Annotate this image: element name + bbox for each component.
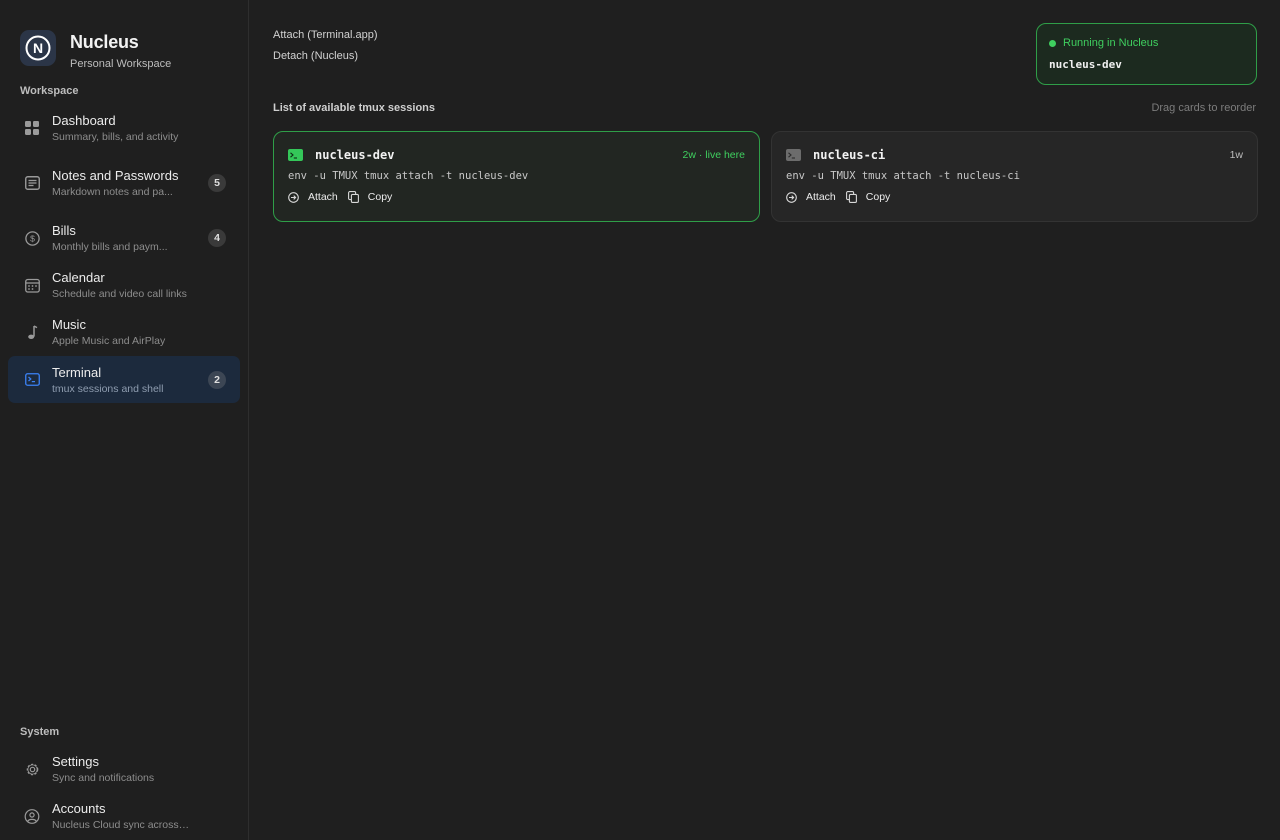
session-card-nucleus-dev[interactable]: nucleus-dev 2w · live here env -u TMUX t… [273, 131, 760, 222]
svg-text:$: $ [30, 233, 35, 243]
notes-icon [24, 175, 40, 191]
sidebar-item-settings[interactable]: Settings Sync and notifications [8, 749, 240, 789]
detach-nucleus-link[interactable]: Detach (Nucleus) [273, 46, 378, 67]
drag-hint: Drag cards to reorder [1151, 102, 1256, 114]
sidebar-item-subtitle: Monthly bills and paym... [52, 241, 168, 253]
sidebar-item-subtitle: Summary, bills, and activity [52, 131, 179, 143]
attach-arrow-icon [786, 191, 797, 203]
attach-arrow-icon [288, 191, 299, 203]
system-section-label: System [20, 726, 60, 738]
app-name: Nucleus [70, 32, 139, 52]
sidebar: N Nucleus Personal Workspace Workspace D… [0, 0, 249, 840]
terminal-icon [288, 149, 303, 161]
copy-button[interactable]: Copy [845, 191, 891, 203]
nucleus-logo-icon: N [20, 30, 56, 66]
sidebar-item-accounts[interactable]: Accounts Nucleus Cloud sync across d... [8, 796, 240, 836]
running-session-card: Running in Nucleus nucleus-dev [1036, 23, 1257, 85]
copy-icon [347, 191, 359, 203]
terminal-icon [24, 372, 40, 388]
session-command: env -u TMUX tmux attach -t nucleus-ci [786, 170, 1020, 182]
gear-icon [24, 761, 40, 777]
attach-label: Attach [806, 191, 836, 203]
sidebar-item-subtitle: Apple Music and AirPlay [52, 335, 166, 347]
main-content: Attach (Terminal.app) Detach (Nucleus) R… [249, 0, 1280, 840]
sidebar-item-subtitle: Nucleus Cloud sync across d... [52, 819, 192, 831]
accounts-icon [24, 808, 40, 824]
sidebar-item-notes[interactable]: Notes and Passwords Markdown notes and p… [8, 155, 240, 211]
workspace-section-label: Workspace [20, 85, 79, 97]
sidebar-item-title: Accounts [52, 801, 106, 816]
sidebar-item-subtitle: Schedule and video call links [52, 288, 187, 300]
sidebar-item-subtitle: Markdown notes and pa... [52, 186, 173, 198]
sidebar-item-calendar[interactable]: Calendar Schedule and video call links [8, 265, 240, 305]
sidebar-item-title: Dashboard [52, 113, 116, 128]
sidebar-item-music[interactable]: Music Apple Music and AirPlay [8, 312, 240, 352]
session-name: nucleus-dev [315, 148, 395, 162]
session-age: 1w [1229, 149, 1243, 161]
running-session-name: nucleus-dev [1049, 58, 1122, 71]
workspace-name: Personal Workspace [70, 58, 172, 70]
attach-terminal-link[interactable]: Attach (Terminal.app) [273, 25, 378, 46]
copy-button[interactable]: Copy [347, 191, 393, 203]
attach-button[interactable]: Attach [786, 191, 836, 203]
sidebar-item-dashboard[interactable]: Dashboard Summary, bills, and activity [8, 108, 240, 148]
terminal-icon [786, 149, 801, 161]
session-links: Attach (Terminal.app) Detach (Nucleus) [273, 25, 378, 67]
sessions-heading: List of available tmux sessions [273, 102, 436, 114]
session-age: 2w · live here [682, 149, 745, 161]
session-card-nucleus-ci[interactable]: nucleus-ci 1w env -u TMUX tmux attach -t… [771, 131, 1258, 222]
sidebar-item-title: Settings [52, 754, 99, 769]
sidebar-item-title: Music [52, 317, 86, 332]
calendar-icon [24, 277, 40, 293]
attach-label: Attach [308, 191, 338, 203]
copy-label: Copy [367, 191, 393, 203]
count-badge: 4 [208, 229, 226, 247]
attach-button[interactable]: Attach [288, 191, 338, 203]
sidebar-item-title: Notes and Passwords [52, 168, 179, 183]
dollar-circle-icon: $ [24, 230, 40, 246]
sidebar-item-subtitle: Sync and notifications [52, 772, 155, 784]
svg-text:N: N [33, 40, 43, 56]
app-window: N Nucleus Personal Workspace Workspace D… [0, 0, 1280, 840]
session-command: env -u TMUX tmux attach -t nucleus-dev [288, 170, 529, 182]
running-status-label: Running in Nucleus [1063, 37, 1159, 49]
copy-icon [845, 191, 857, 203]
sidebar-item-bills[interactable]: $ Bills Monthly bills and paym... 4 [8, 218, 240, 258]
sidebar-item-subtitle: tmux sessions and shell [52, 382, 164, 395]
status-dot-icon [1049, 39, 1056, 47]
dashboard-grid-icon [24, 120, 40, 136]
music-note-icon [24, 324, 40, 340]
count-badge: 5 [208, 174, 226, 192]
copy-label: Copy [865, 191, 891, 203]
sidebar-item-title: Terminal [52, 364, 102, 380]
sidebar-item-terminal[interactable]: Terminal tmux sessions and shell 2 [8, 356, 240, 403]
brand: N Nucleus Personal Workspace [20, 30, 171, 70]
sidebar-item-title: Calendar [52, 270, 105, 285]
sidebar-item-title: Bills [52, 223, 76, 238]
session-name: nucleus-ci [813, 148, 886, 162]
count-badge: 2 [208, 370, 226, 389]
